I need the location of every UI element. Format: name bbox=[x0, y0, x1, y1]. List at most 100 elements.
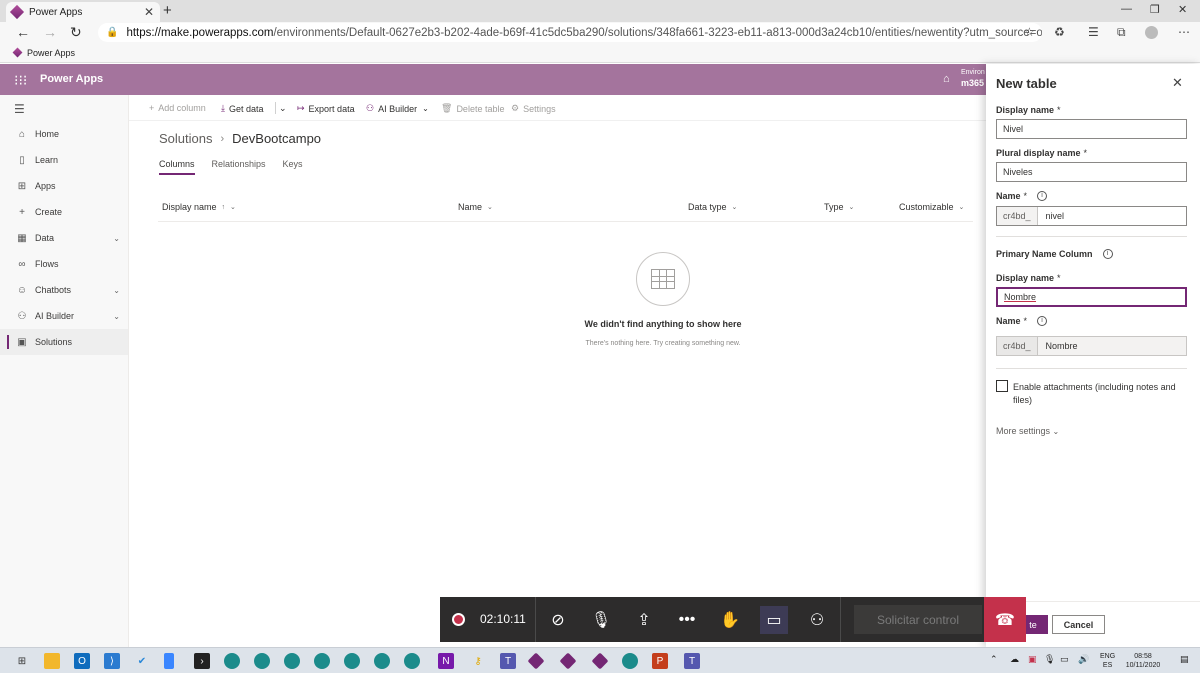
column-header-data-type[interactable]: Data type ⌄ bbox=[688, 202, 737, 212]
chevron-down-icon[interactable]: ⌄ bbox=[113, 312, 120, 321]
edge-profile-icon[interactable] bbox=[344, 653, 360, 669]
notifications-icon[interactable]: ▤ bbox=[1180, 655, 1189, 664]
chevron-down-icon[interactable]: ⌄ bbox=[113, 234, 120, 243]
file-explorer-icon[interactable] bbox=[44, 653, 60, 669]
nav-item-create[interactable]: + Create bbox=[0, 199, 128, 225]
outlook-icon[interactable]: O bbox=[74, 653, 90, 669]
tab-columns[interactable]: Columns bbox=[159, 159, 195, 175]
edge-dev-icon[interactable] bbox=[254, 653, 270, 669]
teams-icon[interactable]: T bbox=[500, 653, 516, 669]
column-header-customizable[interactable]: Customizable ⌄ bbox=[899, 202, 964, 212]
waffle-icon[interactable]: ⁝⁝⁝ bbox=[14, 72, 27, 89]
teams-call-icon[interactable]: T bbox=[684, 653, 700, 669]
raise-hand-icon[interactable]: ✋ bbox=[716, 606, 744, 634]
tab-keys[interactable]: Keys bbox=[283, 159, 303, 175]
ai-builder-button[interactable]: ⚇ AI Builder ⌄ bbox=[366, 103, 429, 114]
network-icon[interactable]: ▭ bbox=[1060, 655, 1069, 664]
edge-icon[interactable] bbox=[224, 653, 240, 669]
enable-attachments-label[interactable]: Enable attachments (including notes and … bbox=[1013, 381, 1188, 407]
more-settings-toggle[interactable]: More settings ⌄ bbox=[996, 426, 1059, 436]
get-data-button[interactable]: ⤓ Get data bbox=[221, 103, 264, 114]
plural-display-name-input[interactable]: Niveles bbox=[996, 162, 1187, 182]
url-input[interactable]: 🔒 https://make.powerapps.com/environment… bbox=[98, 23, 1042, 42]
display-name-input[interactable]: Nivel bbox=[996, 119, 1187, 139]
keys-icon[interactable]: ⚷ bbox=[470, 653, 486, 669]
chat-icon[interactable]: ▭ bbox=[760, 606, 788, 634]
participants-icon[interactable]: ⚇ bbox=[803, 606, 831, 634]
edge-beta-icon[interactable] bbox=[284, 653, 300, 669]
power-apps-app-icon[interactable] bbox=[559, 652, 577, 670]
tab-relationships[interactable]: Relationships bbox=[212, 159, 266, 175]
column-header-display-name[interactable]: Display name ↑ ⌄ bbox=[162, 202, 236, 212]
todo-icon[interactable]: ✔ bbox=[134, 653, 150, 669]
browser-tab[interactable]: Power Apps ✕ bbox=[6, 2, 160, 22]
minimize-icon[interactable]: — bbox=[1121, 3, 1132, 15]
close-tab-icon[interactable]: ✕ bbox=[144, 5, 154, 19]
enable-attachments-checkbox[interactable] bbox=[996, 380, 1008, 392]
info-icon[interactable]: i bbox=[1102, 249, 1113, 259]
windows-start-icon[interactable]: ⊞ bbox=[14, 653, 30, 669]
environment-icon[interactable]: ⌂ bbox=[943, 73, 950, 85]
favorite-link[interactable]: Power Apps bbox=[27, 48, 75, 58]
favorite-star-icon[interactable]: ☆ bbox=[1024, 25, 1035, 39]
edge-app-icon[interactable] bbox=[404, 653, 420, 669]
nav-item-learn[interactable]: ▯ Learn bbox=[0, 147, 128, 173]
office-icon[interactable]: ▣ bbox=[1028, 655, 1037, 664]
request-control-button[interactable]: Solicitar control bbox=[854, 605, 982, 634]
refresh-icon[interactable]: ↻ bbox=[70, 24, 82, 41]
edge-work-icon[interactable] bbox=[374, 653, 390, 669]
onedrive-icon[interactable]: ☁ bbox=[1010, 655, 1019, 664]
name-input[interactable]: cr4bd_ nivel bbox=[996, 206, 1187, 226]
more-actions-icon[interactable]: ••• bbox=[673, 606, 701, 634]
powerpoint-icon[interactable]: P bbox=[652, 653, 668, 669]
tray-chevron-up-icon[interactable]: ⌃ bbox=[990, 655, 998, 664]
column-header-type[interactable]: Type ⌄ bbox=[824, 202, 854, 212]
phone-app-icon[interactable] bbox=[164, 653, 174, 669]
delete-table-button[interactable]: 🗑 Delete table bbox=[441, 103, 504, 114]
power-apps-app-icon[interactable] bbox=[527, 652, 545, 670]
get-data-dropdown-icon[interactable]: ⌄ bbox=[279, 103, 287, 114]
back-icon[interactable]: ← bbox=[16, 24, 30, 40]
nav-item-ai-builder[interactable]: ⚇ AI Builder ⌄ bbox=[0, 303, 128, 329]
forward-icon[interactable]: → bbox=[43, 24, 57, 40]
profile-avatar[interactable] bbox=[1145, 26, 1158, 39]
close-window-icon[interactable]: ✕ bbox=[1178, 3, 1187, 16]
breadcrumb-solutions-link[interactable]: Solutions bbox=[159, 131, 212, 146]
close-icon[interactable]: ✕ bbox=[1172, 75, 1183, 91]
app-brand[interactable]: Power Apps bbox=[40, 73, 103, 85]
add-column-button[interactable]: + Add column bbox=[149, 103, 206, 113]
terminal-icon[interactable]: › bbox=[194, 653, 210, 669]
hamburger-menu-icon[interactable]: ☰ bbox=[14, 102, 25, 116]
language-indicator[interactable]: ENG ES bbox=[1100, 652, 1115, 670]
column-header-name[interactable]: Name ⌄ bbox=[458, 202, 493, 212]
cancel-button[interactable]: Cancel bbox=[1052, 615, 1105, 634]
nav-item-home[interactable]: ⌂ Home bbox=[0, 121, 128, 147]
extension-icon[interactable]: ♻ bbox=[1054, 25, 1065, 39]
vscode-icon[interactable]: ⟩ bbox=[104, 653, 120, 669]
restore-icon[interactable]: ❐ bbox=[1150, 3, 1160, 16]
share-screen-icon[interactable]: ⇪ bbox=[630, 606, 658, 634]
export-data-button[interactable]: ↦ Export data bbox=[297, 103, 355, 114]
more-options-icon[interactable]: ⋯ bbox=[1178, 25, 1190, 39]
hang-up-button[interactable]: ☎ bbox=[984, 597, 1026, 642]
info-icon[interactable]: i bbox=[1037, 191, 1048, 201]
info-icon[interactable]: i bbox=[1037, 316, 1048, 326]
collections-icon[interactable]: ⧉ bbox=[1117, 25, 1126, 40]
power-apps-app-icon[interactable] bbox=[591, 652, 609, 670]
nav-item-data[interactable]: ▦ Data ⌄ bbox=[0, 225, 128, 251]
clock[interactable]: 08:58 10/11/2020 bbox=[1122, 652, 1164, 670]
nav-item-chatbots[interactable]: ☺ Chatbots ⌄ bbox=[0, 277, 128, 303]
camera-off-icon[interactable]: ⊘ bbox=[544, 606, 572, 634]
mic-off-icon[interactable]: 🎙 bbox=[587, 606, 615, 634]
environment-picker[interactable]: Environ m365 bbox=[961, 68, 985, 88]
volume-icon[interactable]: 🔊 bbox=[1078, 655, 1089, 664]
edge-canary-icon[interactable] bbox=[314, 653, 330, 669]
primary-name-input[interactable]: cr4bd_ Nombre bbox=[996, 336, 1187, 356]
nav-item-solutions[interactable]: ▣ Solutions bbox=[0, 329, 128, 355]
chevron-down-icon[interactable]: ⌄ bbox=[113, 286, 120, 295]
new-tab-icon[interactable]: + bbox=[163, 2, 172, 19]
nav-item-flows[interactable]: ∞ Flows bbox=[0, 251, 128, 277]
settings-button[interactable]: ⚙ Settings bbox=[511, 103, 556, 114]
nav-item-apps[interactable]: ⊞ Apps bbox=[0, 173, 128, 199]
onenote-icon[interactable]: N bbox=[438, 653, 454, 669]
